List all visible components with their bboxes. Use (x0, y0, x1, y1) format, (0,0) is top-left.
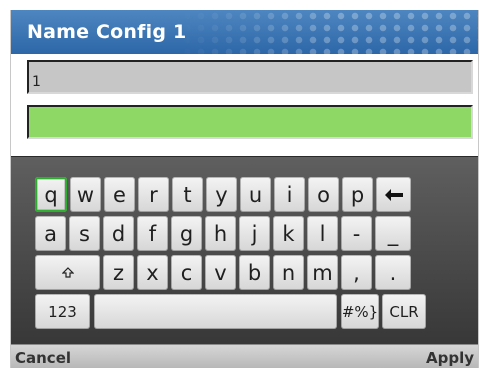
clear-key[interactable]: CLR (382, 294, 426, 329)
key-c[interactable]: c (171, 255, 202, 290)
key-w[interactable]: w (70, 177, 101, 212)
key-k[interactable]: k (273, 216, 304, 251)
key-g[interactable]: g (171, 216, 202, 251)
key-a[interactable]: a (35, 216, 66, 251)
key-n[interactable]: n (273, 255, 304, 290)
key-m[interactable]: m (307, 255, 338, 290)
key-o[interactable]: o (308, 177, 339, 212)
key-y[interactable]: y (206, 177, 237, 212)
space-key[interactable] (94, 294, 337, 329)
key-dash[interactable]: - (341, 216, 372, 251)
key-b[interactable]: b (239, 255, 270, 290)
key-d[interactable]: d (103, 216, 134, 251)
left-arrow-icon (384, 188, 403, 201)
key-x[interactable]: x (137, 255, 168, 290)
title-bar-pattern (180, 10, 478, 54)
key-r[interactable]: r (138, 177, 169, 212)
key-f[interactable]: f (137, 216, 168, 251)
shift-key[interactable] (35, 255, 100, 290)
key-q[interactable]: q (35, 177, 67, 212)
name-input[interactable] (29, 62, 471, 92)
key-e[interactable]: e (104, 177, 135, 212)
key-underscore[interactable]: _ (375, 216, 411, 251)
key-l[interactable]: l (307, 216, 338, 251)
numbers-key[interactable]: 123 (35, 294, 90, 329)
cancel-button[interactable]: Cancel (15, 349, 71, 367)
name-field[interactable] (27, 60, 473, 94)
key-h[interactable]: h (205, 216, 236, 251)
title-bar: Name Config 1 (11, 10, 478, 54)
key-s[interactable]: s (69, 216, 100, 251)
key-period[interactable]: . (375, 255, 411, 290)
symbols-key[interactable]: #%} (341, 294, 379, 329)
onscreen-keyboard: q w e r t y u i o p a s d f g h j k l - … (11, 156, 478, 344)
key-comma[interactable]: , (341, 255, 372, 290)
value-input[interactable] (29, 107, 471, 137)
key-j[interactable]: j (239, 216, 270, 251)
shift-arrow-icon (61, 267, 74, 278)
dialog: Name Config 1 q w e r t y u i o p (10, 10, 479, 368)
value-field[interactable] (27, 105, 473, 139)
key-p[interactable]: p (342, 177, 373, 212)
key-v[interactable]: v (205, 255, 236, 290)
apply-button[interactable]: Apply (426, 349, 474, 367)
backspace-key[interactable] (376, 177, 411, 212)
key-z[interactable]: z (103, 255, 134, 290)
key-u[interactable]: u (240, 177, 271, 212)
key-i[interactable]: i (274, 177, 305, 212)
dialog-title: Name Config 1 (27, 21, 187, 43)
key-t[interactable]: t (172, 177, 203, 212)
softkey-bar: Cancel Apply (11, 344, 478, 368)
